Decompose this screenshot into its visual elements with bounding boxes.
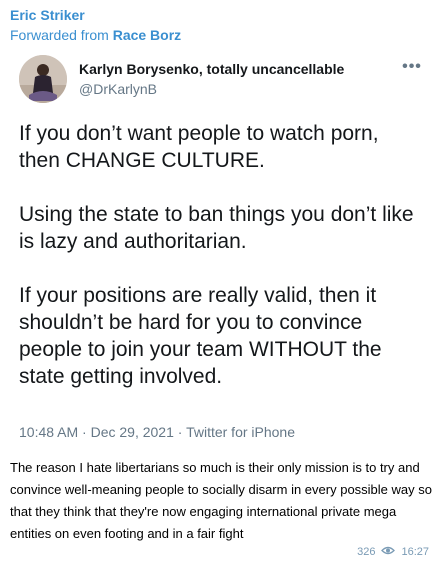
- forwarded-header: Forwarded from Race Borz: [10, 26, 181, 44]
- forwarded-prefix: Forwarded from: [10, 27, 113, 43]
- avatar: [19, 55, 67, 103]
- message-time: 16:27: [401, 546, 429, 558]
- tweet-paragraph: If you don’t want people to watch porn, …: [19, 122, 379, 172]
- sender-name[interactable]: Eric Striker: [10, 6, 85, 24]
- message-caption: The reason I hate libertarians so much i…: [10, 460, 432, 541]
- tweet-author-handle: @DrKarlynB: [79, 81, 158, 97]
- tweet-author-name: Karlyn Borysenko, totally uncancellable: [79, 61, 345, 77]
- tweet-timestamp: 10:48 AM · Dec 29, 2021 · Twitter for iP…: [19, 424, 296, 440]
- more-options-icon: •••: [402, 58, 422, 75]
- message-bubble: Eric Striker Forwarded from Race Borz Ka…: [0, 0, 437, 565]
- forwarded-source[interactable]: Race Borz: [113, 27, 181, 43]
- tweet-body: If you don’t want people to watch porn, …: [19, 120, 424, 417]
- tweet-paragraph: If your positions are really valid, then…: [19, 284, 382, 388]
- view-count: 326: [357, 546, 376, 558]
- eye-icon: [381, 546, 396, 558]
- message-footer: 326 16:27: [357, 546, 429, 558]
- tweet-paragraph: Using the state to ban things you don’t …: [19, 203, 414, 253]
